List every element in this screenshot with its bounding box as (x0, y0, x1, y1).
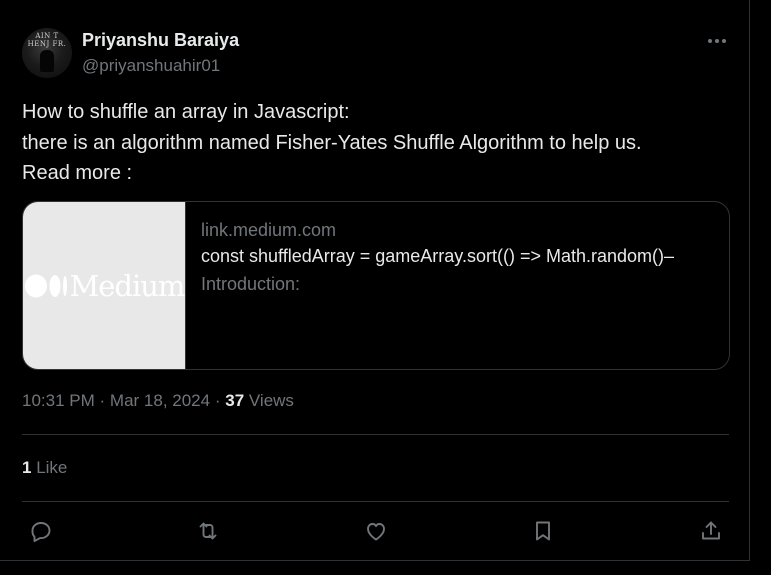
tweet-meta: 10:31 PM · Mar 18, 2024 · 37 Views (22, 391, 294, 411)
meta-separator: · (99, 391, 106, 410)
heart-icon (367, 523, 385, 541)
link-card-description: Introduction: (201, 274, 301, 294)
likes-label: Like (36, 458, 68, 477)
author-display-name[interactable]: Priyanshu Baraiya (82, 30, 239, 51)
author-handle[interactable]: @priyanshuahir01 (82, 56, 220, 76)
bookmark-icon (536, 521, 550, 541)
divider (22, 501, 729, 502)
avatar-lettering: AIN T HENJ FR. (27, 32, 67, 48)
link-card-domain: link.medium.com (201, 220, 337, 240)
reply-button[interactable] (26, 516, 56, 546)
tweet-text: How to shuffle an array in Javascript: t… (22, 97, 742, 189)
link-preview-card[interactable]: Medium link.medium.com const shuffledArr… (22, 201, 730, 370)
share-button[interactable] (696, 516, 726, 546)
avatar[interactable]: AIN T HENJ FR. (22, 28, 72, 78)
divider (22, 434, 729, 435)
tweet-text-line: How to shuffle an array in Javascript: (22, 101, 350, 123)
avatar-figure (40, 50, 54, 72)
share-icon (702, 521, 720, 540)
tweet-time[interactable]: 10:31 PM (22, 391, 95, 410)
column-border-right (749, 0, 750, 560)
more-horizontal-icon (708, 39, 726, 43)
retweet-icon (199, 522, 217, 540)
tweet-text-line: Read more : (22, 162, 133, 184)
medium-logo: Medium (24, 269, 185, 303)
column-border-bottom (0, 560, 750, 561)
views-count: 37 (225, 391, 245, 410)
link-card-title: const shuffledArray = gameArray.sort(() … (201, 246, 675, 266)
more-options-button[interactable] (700, 28, 734, 54)
likes-count-link[interactable]: 1 Like (22, 458, 67, 478)
link-card-thumbnail: Medium (23, 202, 186, 369)
meta-separator: · (214, 391, 221, 410)
like-button[interactable] (361, 516, 391, 546)
bookmark-button[interactable] (528, 516, 558, 546)
tweet-date[interactable]: Mar 18, 2024 (110, 391, 210, 410)
views-label: Views (248, 391, 294, 410)
retweet-button[interactable] (193, 516, 223, 546)
likes-count: 1 (22, 458, 32, 477)
tweet-text-line: there is an algorithm named Fisher-Yates… (22, 131, 642, 154)
tweet-detail: AIN T HENJ FR. Priyanshu Baraiya @priyan… (0, 0, 771, 575)
medium-wordmark: Medium (69, 268, 186, 303)
medium-dots-icon (24, 274, 67, 297)
reply-icon (31, 522, 51, 543)
